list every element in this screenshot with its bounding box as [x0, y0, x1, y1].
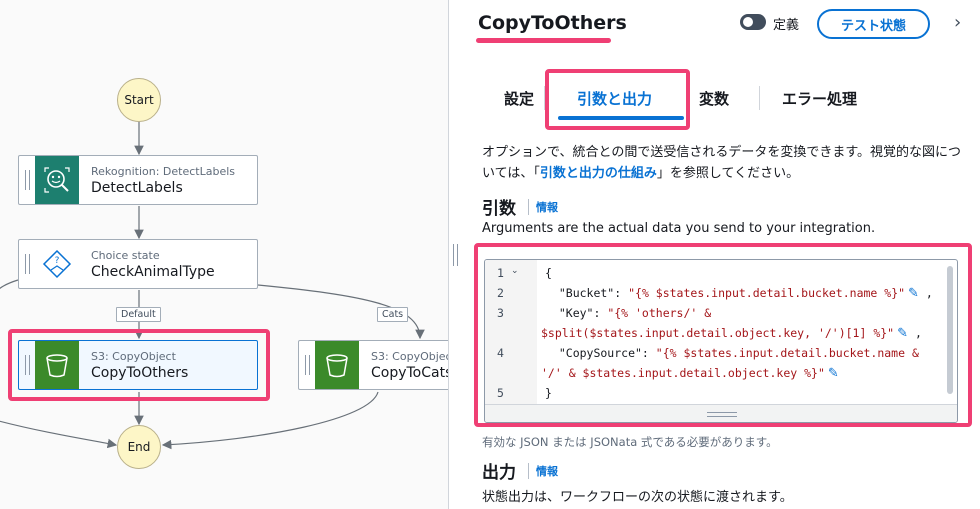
edit-pencil-icon[interactable]: ✎ — [897, 326, 908, 341]
code-line: "Bucket": "{% $states.input.detail.bucke… — [545, 286, 933, 301]
inspector-panel: CopyToOthers 定義 テスト状態 › 設定 引数と出力 変数 エラー処… — [462, 0, 980, 509]
state-name: CopyToOthers — [91, 364, 189, 381]
edit-pencil-icon[interactable]: ✎ — [828, 366, 839, 381]
line-number: 1 — [497, 266, 504, 280]
state-type: S3: CopyObject — [371, 349, 448, 363]
arguments-heading: 引数 — [482, 199, 516, 219]
edge-label-default: Default — [116, 307, 161, 322]
state-check-animal-type[interactable]: ? Choice state CheckAnimalType — [18, 239, 258, 289]
chevron-right-icon[interactable]: › — [954, 12, 961, 33]
rekognition-icon — [35, 156, 79, 204]
tab-arguments-output[interactable]: 引数と出力 — [577, 76, 652, 120]
panel-header: CopyToOthers 定義 テスト状態 › — [462, 0, 980, 50]
arguments-info-link[interactable]: 情報 — [528, 199, 558, 215]
fold-chevron-icon[interactable]: ⌄ — [511, 266, 519, 276]
editor-gutter: 1 ⌄ 2 3 4 5 — [485, 260, 537, 404]
start-label: Start — [124, 93, 154, 107]
state-title: CopyToOthers — [478, 12, 627, 34]
s3-bucket-icon — [315, 341, 359, 389]
state-type: Choice state — [91, 248, 160, 262]
choice-icon: ? — [35, 240, 79, 288]
state-name: DetectLabels — [91, 179, 183, 196]
description-text-end: 」を参照してください。 — [656, 166, 800, 181]
code-string: $split($states.input.detail.object.key, … — [541, 326, 895, 340]
state-type: Rekognition: DetectLabels — [91, 164, 235, 178]
workflow-canvas[interactable]: Start Rekognition: DetectLabels DetectLa… — [0, 0, 448, 509]
drag-handle-icon[interactable] — [19, 341, 35, 389]
test-state-button[interactable]: テスト状態 — [817, 9, 930, 39]
edit-pencil-icon[interactable]: ✎ — [908, 286, 919, 301]
edge-label-cats: Cats — [377, 307, 409, 322]
end-node[interactable]: End — [117, 425, 161, 469]
state-copy-to-cats[interactable]: S3: CopyObject CopyToCats — [298, 340, 448, 390]
args-output-docs-link[interactable]: 引数と出力の仕組み — [540, 166, 657, 181]
code-key: "Key": — [545, 306, 608, 320]
definition-toggle-label: 定義 — [773, 18, 800, 33]
arguments-code-editor[interactable]: 1 ⌄ 2 3 4 5 { "Bucket": "{% $states.inpu… — [484, 259, 958, 423]
definition-toggle[interactable] — [740, 14, 766, 30]
tab-description: オプションで、統合との間で送受信されるデータを変換できます。視覚的な図については… — [482, 142, 962, 184]
svg-text:?: ? — [55, 256, 60, 266]
code-key: "Bucket": — [545, 286, 629, 300]
code-line: "CopySource": "{% $states.input.detail.b… — [545, 346, 919, 360]
arguments-description: Arguments are the actual data you send t… — [482, 221, 876, 236]
output-info-link[interactable]: 情報 — [528, 463, 558, 479]
panel-resize-handle[interactable] — [448, 0, 462, 509]
code-line: $split($states.input.detail.object.key, … — [541, 326, 922, 341]
tab-settings[interactable]: 設定 — [504, 76, 534, 120]
state-name: CopyToCats — [371, 364, 448, 381]
state-type: S3: CopyObject — [91, 349, 176, 363]
line-number: 2 — [497, 286, 504, 300]
line-number: 4 — [497, 346, 504, 360]
editor-scrollbar[interactable] — [947, 266, 953, 394]
title-highlight-underline — [476, 38, 611, 43]
drag-handle-icon[interactable] — [19, 156, 35, 204]
tab-separator — [759, 86, 760, 110]
code-punct: , — [908, 326, 922, 340]
state-copy-to-others[interactable]: S3: CopyObject CopyToOthers — [18, 340, 258, 390]
active-tab-indicator — [558, 116, 684, 120]
state-name: CheckAnimalType — [91, 263, 215, 280]
line-number: 5 — [497, 386, 504, 400]
end-label: End — [127, 440, 151, 454]
code-line: '/' & $states.input.detail.object.key %}… — [541, 366, 839, 381]
line-number: 3 — [497, 306, 504, 320]
drag-handle-icon[interactable] — [19, 240, 35, 288]
tab-variables[interactable]: 変数 — [699, 76, 729, 120]
editor-resize-handle[interactable] — [485, 404, 957, 422]
code-string: '/' & $states.input.detail.object.key %}… — [541, 366, 825, 380]
code-string: "{% $states.input.detail.bucket.name %}" — [628, 286, 906, 300]
code-punct: , — [918, 286, 933, 300]
code-line: { — [545, 266, 552, 280]
output-description: 状態出力は、ワークフローの次の状態に渡されます。 — [482, 490, 793, 505]
arguments-hint: 有効な JSON または JSONata 式である必要があります。 — [482, 435, 778, 449]
start-node[interactable]: Start — [117, 78, 161, 122]
output-heading: 出力 — [482, 463, 516, 483]
code-line: } — [545, 386, 552, 400]
code-string: "{% $states.input.detail.bucket.name & — [655, 346, 919, 360]
tab-error-handling[interactable]: エラー処理 — [782, 76, 857, 120]
code-key: "CopySource": — [545, 346, 656, 360]
drag-handle-icon[interactable] — [299, 341, 315, 389]
code-line: "Key": "{% 'others/' & — [545, 306, 711, 320]
s3-bucket-icon — [35, 341, 79, 389]
code-string: "{% 'others/' & — [607, 306, 712, 320]
state-detect-labels[interactable]: Rekognition: DetectLabels DetectLabels — [18, 155, 258, 205]
tab-separator — [544, 86, 545, 110]
